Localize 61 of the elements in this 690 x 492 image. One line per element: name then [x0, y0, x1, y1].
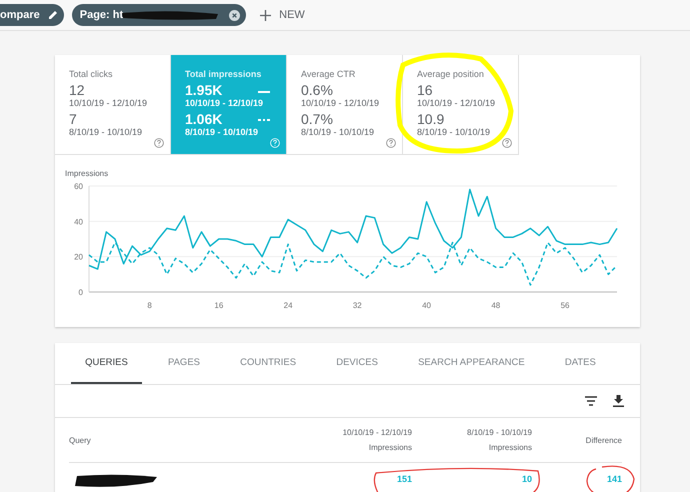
tab[interactable]: SEARCH APPEARANCE	[404, 343, 539, 384]
filter-icon[interactable]	[583, 394, 599, 408]
help-icon[interactable]	[502, 138, 512, 148]
table-cell: 10	[522, 474, 532, 484]
metric-value: 10.9	[417, 112, 444, 127]
axis-tick: 8	[147, 301, 152, 310]
date-range: 10/10/19 - 12/10/19	[301, 98, 380, 108]
filter-chip[interactable]: Page: ht	[72, 4, 246, 26]
metric-title: Total impressions	[185, 69, 262, 79]
pencil-icon	[48, 10, 58, 20]
axis-tick: 0	[78, 288, 83, 297]
metric-title: Total clicks	[69, 69, 114, 79]
column-date-range: 8/10/19 - 10/10/19	[467, 428, 532, 437]
axis-tick: 40	[422, 301, 432, 310]
axis-tick: 32	[352, 301, 362, 310]
plus-icon	[260, 10, 272, 20]
date-range: 8/10/19 - 10/10/19	[417, 127, 492, 137]
column-date-range: 10/10/19 - 12/10/19	[342, 428, 412, 437]
filter-chip[interactable]: ompare	[0, 4, 64, 26]
metric-value: 1.95K	[185, 83, 222, 98]
date-range: 8/10/19 - 10/10/19	[185, 127, 260, 137]
date-range: 8/10/19 - 10/10/19	[301, 127, 376, 137]
tab[interactable]: DATES	[550, 343, 610, 384]
dashed-legend-icon	[258, 119, 270, 121]
axis-tick: 20	[74, 252, 83, 262]
metric-title: Average position	[417, 69, 485, 79]
tab[interactable]: PAGES	[154, 343, 214, 384]
metric-value: 1.06K	[185, 112, 222, 127]
column-header[interactable]: Difference	[586, 436, 622, 444]
metric-tile[interactable]: Total clicks 12 10/10/19 - 12/10/19 7 8/10/19 - 10/10/19	[55, 55, 171, 155]
help-icon[interactable]	[386, 138, 396, 148]
column-header[interactable]: Impressions	[368, 443, 412, 452]
metric-title: Average CTR	[301, 69, 356, 79]
metric-value: 0.7%	[301, 112, 333, 127]
date-range: 10/10/19 - 12/10/19	[417, 98, 496, 108]
axis-tick: 24	[284, 301, 293, 310]
help-icon[interactable]	[154, 138, 164, 148]
column-header[interactable]: Impressions	[488, 443, 532, 452]
metric-value: 0.6%	[301, 83, 333, 98]
table-cell: 141	[606, 474, 622, 484]
date-range: 10/10/19 - 12/10/19	[185, 98, 264, 108]
axis-tick: 40	[74, 217, 83, 226]
column-header[interactable]: Query	[69, 436, 91, 444]
close-icon[interactable]	[229, 10, 240, 20]
metric-tile[interactable]: Average CTR 0.6% 10/10/19 - 12/10/19 0.7% 8/10/19 - 10/10/19	[287, 55, 403, 155]
axis-title: Impressions	[65, 169, 110, 178]
date-range: 10/10/19 - 12/10/19	[69, 98, 148, 108]
axis-tick: 16	[214, 301, 224, 310]
table-cell: 151	[396, 474, 412, 484]
axis-tick: 48	[491, 301, 500, 310]
new-button[interactable]: NEW	[254, 9, 311, 21]
tab[interactable]: COUNTRIES	[226, 343, 310, 384]
tab[interactable]: QUERIES	[71, 343, 142, 384]
tab[interactable]: DEVICES	[322, 343, 392, 384]
metric-value: 16	[417, 83, 433, 98]
metric-value: 7	[69, 112, 77, 127]
download-icon[interactable]	[611, 393, 626, 409]
axis-tick: 60	[74, 182, 83, 191]
axis-tick: 56	[560, 301, 570, 310]
metric-value: 12	[69, 83, 85, 98]
date-range: 8/10/19 - 10/10/19	[69, 127, 144, 137]
